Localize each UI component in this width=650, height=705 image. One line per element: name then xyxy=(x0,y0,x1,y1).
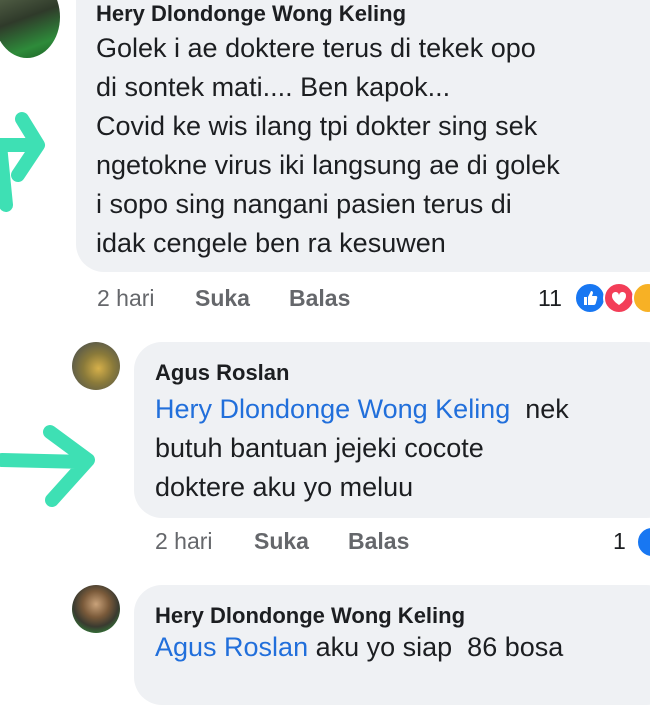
comment-text: Golek i ae doktere terus di tekek opo xyxy=(96,33,536,63)
arrow-annotation-icon xyxy=(0,425,95,507)
arrow-annotation-icon xyxy=(0,112,45,212)
comment-text: idak cengele ben ra kesuwen xyxy=(96,228,446,258)
love-reaction-icon[interactable] xyxy=(603,282,635,314)
comment-text: ngetokne virus iki langsung ae di golek xyxy=(96,150,560,180)
comment-text-rest: aku yo siap 86 bosa xyxy=(308,632,564,662)
like-reaction-icon[interactable] xyxy=(574,282,606,314)
comment-text: di sontek mati.... Ben kapok... xyxy=(96,72,451,102)
comment-text: doktere aku yo meluu xyxy=(155,472,414,502)
comment-text: Covid ke wis ilang tpi dokter sing sek xyxy=(96,111,538,141)
comment-text: butuh bantuan jejeki cocote xyxy=(155,433,484,463)
like-button[interactable]: Suka xyxy=(254,528,309,555)
like-button[interactable]: Suka xyxy=(195,285,250,312)
reply-label[interactable]: Balas xyxy=(348,528,409,554)
mention-link[interactable]: Agus Roslan xyxy=(155,632,308,662)
comment-author[interactable]: Hery Dlondonge Wong Keling xyxy=(96,1,406,27)
like-label[interactable]: Suka xyxy=(195,285,250,311)
reaction-count[interactable]: 1 xyxy=(613,528,626,555)
comment-text: Hery Dlondonge Wong Keling nek xyxy=(155,394,569,425)
comment-author[interactable]: Agus Roslan xyxy=(155,360,289,386)
mention-link[interactable]: Hery Dlondonge Wong Keling xyxy=(155,394,510,424)
avatar[interactable] xyxy=(72,342,120,390)
reaction-count[interactable]: 11 xyxy=(538,285,562,312)
comment-author[interactable]: Hery Dlondonge Wong Keling xyxy=(155,603,465,629)
reply-button[interactable]: Balas xyxy=(348,528,409,555)
comment-time[interactable]: 2 hari xyxy=(155,528,213,555)
avatar[interactable] xyxy=(72,585,120,633)
comment-text-rest: nek xyxy=(510,394,569,424)
avatar[interactable] xyxy=(0,0,60,58)
reply-label[interactable]: Balas xyxy=(289,285,350,311)
haha-reaction-icon[interactable] xyxy=(632,282,650,314)
like-label[interactable]: Suka xyxy=(254,528,309,554)
comment-text: i sopo sing nangani pasien terus di xyxy=(96,189,512,219)
reply-button[interactable]: Balas xyxy=(289,285,350,312)
comment-text: Agus Roslan aku yo siap 86 bosa xyxy=(155,632,563,663)
comment-time[interactable]: 2 hari xyxy=(97,285,155,312)
like-reaction-icon[interactable] xyxy=(636,526,650,558)
